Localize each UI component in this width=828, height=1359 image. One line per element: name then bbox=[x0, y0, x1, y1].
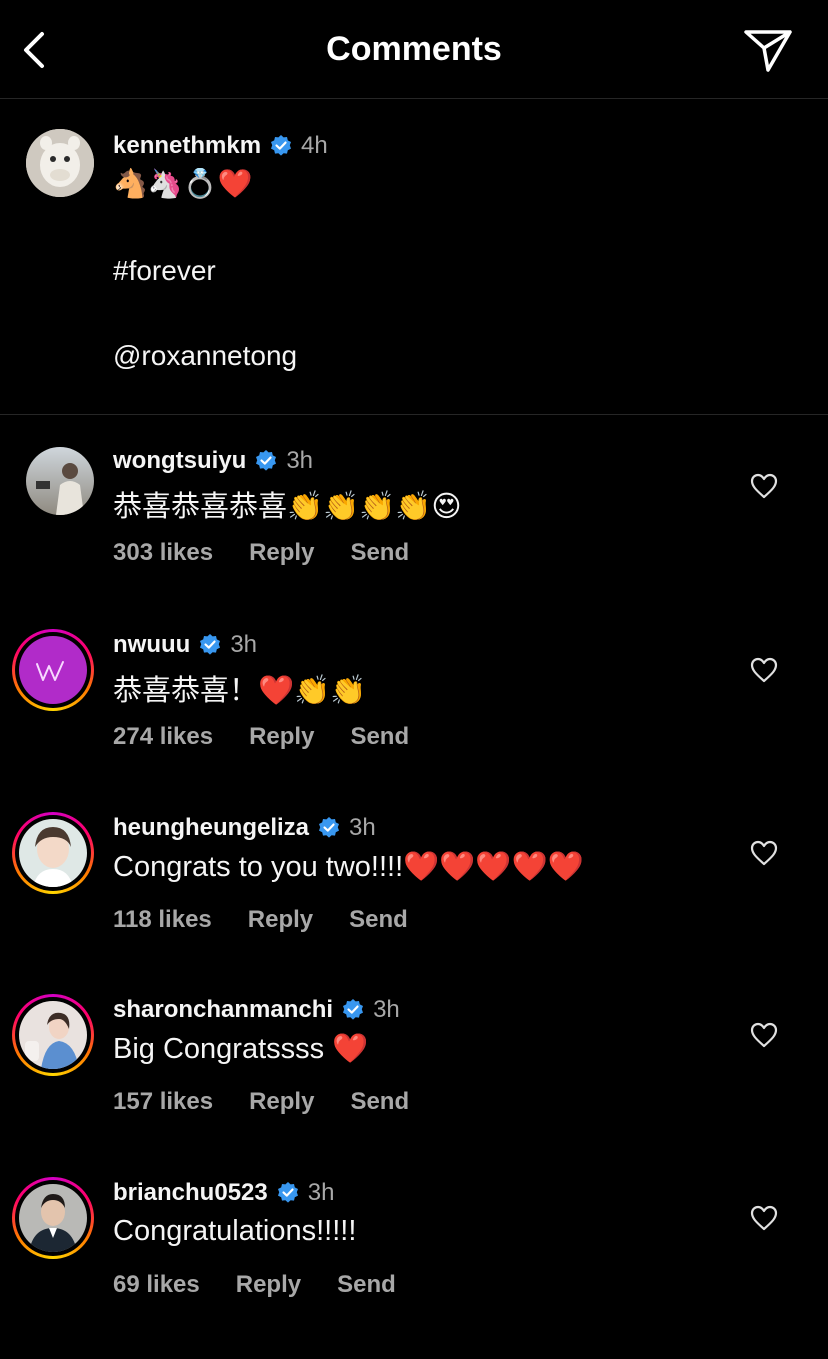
username[interactable]: wongtsuiyu bbox=[113, 447, 246, 475]
verified-badge-icon bbox=[319, 817, 340, 838]
comment-item: nwuuu 3h 恭喜恭喜！❤️👏👏 274 likes Reply Send bbox=[0, 629, 828, 811]
comment-actions: 303 likes Reply Send bbox=[113, 539, 409, 567]
username[interactable]: sharonchanmanchi bbox=[113, 996, 333, 1024]
comment-header: wongtsuiyu 3h bbox=[113, 447, 313, 475]
likes-count[interactable]: 118 likes bbox=[113, 906, 212, 934]
verified-badge-icon bbox=[343, 999, 364, 1020]
avatar[interactable] bbox=[26, 447, 94, 515]
heart-icon[interactable] bbox=[750, 657, 778, 683]
story-ring[interactable] bbox=[12, 812, 94, 894]
username[interactable]: heungheungeliza bbox=[113, 814, 309, 842]
post-caption: kennethmkm 4h 🐴🦄💍❤️ #forever @roxanneton… bbox=[0, 99, 828, 415]
likes-count[interactable]: 157 likes bbox=[113, 1088, 213, 1116]
comment-item: heungheungeliza 3h Congrats to you two!!… bbox=[0, 812, 828, 994]
comment-text: Congratulations!!!!! bbox=[113, 1215, 357, 1247]
timestamp: 3h bbox=[349, 814, 376, 841]
heart-icon[interactable] bbox=[750, 473, 778, 499]
timestamp: 3h bbox=[307, 1179, 335, 1206]
story-ring[interactable] bbox=[12, 629, 94, 711]
username[interactable]: kennethmkm bbox=[113, 132, 261, 160]
send-button[interactable]: Send bbox=[337, 1271, 396, 1299]
avatar bbox=[19, 1184, 87, 1252]
comment-item: wongtsuiyu 3h 恭喜恭喜恭喜👏👏👏👏😍 303 likes Repl… bbox=[0, 447, 828, 629]
timestamp: 3h bbox=[373, 996, 400, 1023]
send-button[interactable]: Send bbox=[350, 1088, 409, 1116]
comment-actions: 157 likes Reply Send bbox=[113, 1088, 409, 1116]
avatar bbox=[19, 1001, 87, 1069]
send-button[interactable]: Send bbox=[349, 906, 408, 934]
avatar bbox=[19, 636, 87, 704]
likes-count[interactable]: 69 likes bbox=[113, 1271, 200, 1299]
logo-avatar-image bbox=[19, 636, 87, 704]
avatar[interactable] bbox=[26, 129, 94, 197]
verified-badge-icon bbox=[256, 450, 277, 471]
comment-text: Congrats to you two!!!!❤️❤️❤️❤️❤️ bbox=[113, 851, 584, 883]
comment-actions: 69 likes Reply Send bbox=[113, 1271, 396, 1299]
caption-header: kennethmkm 4h bbox=[113, 132, 328, 160]
hashtag-link[interactable]: #forever bbox=[113, 255, 216, 287]
reply-button[interactable]: Reply bbox=[248, 906, 313, 934]
comment-text: 恭喜恭喜恭喜👏👏👏👏😍 bbox=[113, 491, 462, 523]
page-title: Comments bbox=[326, 30, 502, 68]
comment-text: 恭喜恭喜！❤️👏👏 bbox=[113, 675, 367, 707]
photo-avatar-image bbox=[19, 1001, 87, 1069]
photo-avatar-image bbox=[19, 1184, 87, 1252]
comment-item: sharonchanmanchi 3h Big Congratssss ❤️ 1… bbox=[0, 994, 828, 1176]
likes-count[interactable]: 274 likes bbox=[113, 723, 213, 751]
heart-icon[interactable] bbox=[750, 840, 778, 866]
reply-button[interactable]: Reply bbox=[249, 723, 314, 751]
verified-badge-icon bbox=[271, 135, 292, 156]
username[interactable]: nwuuu bbox=[113, 631, 190, 659]
mention-link[interactable]: @roxannetong bbox=[113, 340, 297, 372]
story-ring[interactable] bbox=[12, 1177, 94, 1259]
send-button[interactable]: Send bbox=[350, 539, 409, 567]
heart-icon[interactable] bbox=[750, 1022, 778, 1048]
comment-header: brianchu0523 3h bbox=[113, 1179, 334, 1207]
verified-badge-icon bbox=[200, 634, 221, 655]
reply-button[interactable]: Reply bbox=[249, 1088, 314, 1116]
verified-badge-icon bbox=[277, 1182, 298, 1203]
story-ring[interactable] bbox=[12, 994, 94, 1076]
caption-emojis: 🐴🦄💍❤️ bbox=[113, 168, 253, 199]
timestamp: 3h bbox=[286, 447, 314, 474]
comment-header: heungheungeliza 3h bbox=[113, 814, 376, 842]
comment-header: nwuuu 3h bbox=[113, 631, 257, 659]
comment-actions: 118 likes Reply Send bbox=[113, 906, 408, 934]
reply-button[interactable]: Reply bbox=[249, 539, 314, 567]
likes-count[interactable]: 303 likes bbox=[113, 539, 213, 567]
comment-actions: 274 likes Reply Send bbox=[113, 723, 409, 751]
heart-icon[interactable] bbox=[750, 1205, 778, 1231]
top-bar: Comments bbox=[0, 0, 828, 99]
paper-plane-icon[interactable] bbox=[742, 28, 794, 74]
horse-avatar-image bbox=[26, 129, 94, 197]
send-button[interactable]: Send bbox=[350, 723, 409, 751]
reply-button[interactable]: Reply bbox=[236, 1271, 301, 1299]
timestamp: 4h bbox=[301, 132, 328, 159]
username[interactable]: brianchu0523 bbox=[113, 1179, 268, 1207]
avatar bbox=[19, 819, 87, 887]
photo-avatar-image bbox=[19, 819, 87, 887]
comment-text: Big Congratssss ❤️ bbox=[113, 1033, 369, 1065]
photo-avatar-image bbox=[26, 447, 94, 515]
timestamp: 3h bbox=[230, 631, 258, 658]
comment-header: sharonchanmanchi 3h bbox=[113, 996, 400, 1024]
